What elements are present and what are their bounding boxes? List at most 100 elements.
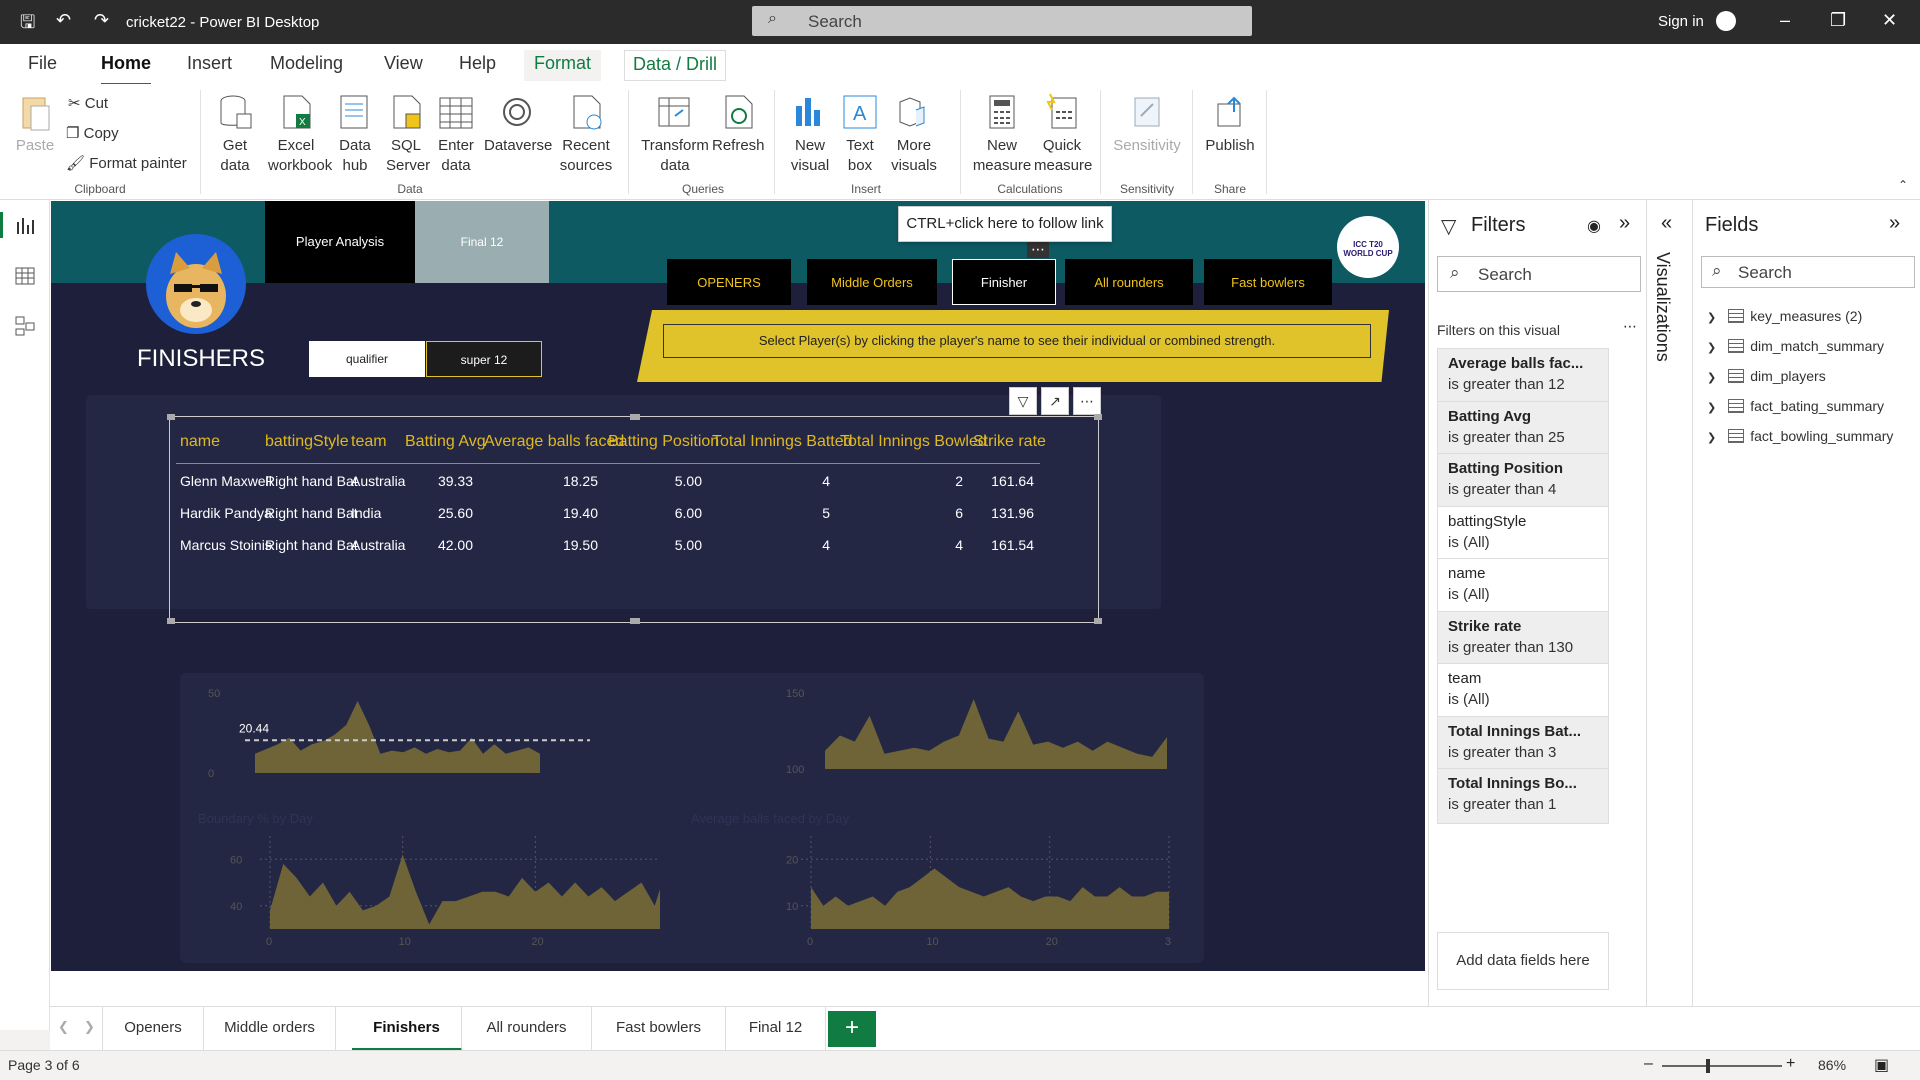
transform-data-button[interactable]: Transform data <box>640 92 710 176</box>
close-icon[interactable]: ✕ <box>1882 10 1897 31</box>
enter-data-button[interactable]: Enter data <box>434 92 478 176</box>
resize-handle[interactable] <box>630 414 640 420</box>
table-cell[interactable]: Glenn Maxwell <box>180 473 272 489</box>
field-table[interactable]: ❯ dim_match_summary <box>1707 338 1884 354</box>
chevron-right-icon[interactable]: ❯ <box>1707 342 1716 354</box>
tab-format[interactable]: Format <box>524 50 602 81</box>
tab-middle-orders[interactable]: Middle orders <box>204 1007 336 1051</box>
tab-help[interactable]: Help <box>459 53 496 74</box>
middle-orders-button[interactable]: Middle Orders <box>807 259 937 305</box>
finisher-button[interactable]: Finisher <box>952 259 1056 305</box>
redo-icon[interactable]: ↷ <box>94 10 109 31</box>
field-table[interactable]: ❯ fact_bowling_summary <box>1707 428 1893 444</box>
tab-view[interactable]: View <box>384 53 423 74</box>
boundary-chart[interactable]: Boundary % by Day60400102030 <box>180 811 660 961</box>
column-header[interactable]: Total Innings Batted <box>712 433 853 451</box>
more-options-icon[interactable]: ⋯ <box>1623 318 1637 335</box>
tab-insert[interactable]: Insert <box>187 53 232 74</box>
filter-card[interactable]: name is (All) <box>1437 558 1609 614</box>
dataverse-button[interactable]: Dataverse <box>484 92 552 156</box>
excel-workbook-button[interactable]: X Excel workbook <box>268 92 332 176</box>
table-cell[interactable]: Marcus Stoinis <box>180 537 272 553</box>
column-header[interactable]: Batting Avg <box>405 433 486 451</box>
resize-handle[interactable] <box>1094 414 1102 420</box>
new-visual-button[interactable]: New visual <box>788 92 832 176</box>
column-header[interactable]: Batting Position <box>608 433 719 451</box>
score-chart[interactable]: 150 100 <box>691 673 1171 823</box>
tab-file[interactable]: File <box>28 53 57 74</box>
cut-button[interactable]: ✂ Cut <box>68 94 108 112</box>
minimize-icon[interactable]: – <box>1780 10 1790 31</box>
tab-final-12[interactable]: Final 12 <box>726 1007 826 1051</box>
column-header[interactable]: battingStyle <box>265 433 349 451</box>
tab-all-rounders[interactable]: All rounders <box>462 1007 592 1051</box>
prev-page-icon[interactable]: ❮ <box>58 1019 69 1035</box>
table-cell[interactable]: Hardik Pandya <box>180 505 272 521</box>
model-view-icon[interactable] <box>13 314 37 338</box>
tab-openers[interactable]: Openers <box>102 1007 204 1051</box>
area-series[interactable] <box>270 854 660 929</box>
filter-card[interactable]: Strike rate is greater than 130 <box>1437 610 1609 667</box>
filter-card[interactable]: Average balls fac... is greater than 12 <box>1437 348 1609 404</box>
final-12-button[interactable]: Final 12 <box>415 201 549 283</box>
filter-card[interactable]: Total Innings Bo... is greater than 1 <box>1437 768 1609 824</box>
balls-faced-chart[interactable]: Average balls faced by Day 20 10 0 10 20 30 <box>691 811 1171 961</box>
resize-handle[interactable] <box>1094 618 1102 624</box>
player-table[interactable]: name battingStyle team Batting Avg Avera… <box>167 414 1102 624</box>
next-page-icon[interactable]: ❯ <box>84 1019 95 1035</box>
column-header[interactable]: team <box>351 433 387 451</box>
copy-button[interactable]: ❐ Copy <box>66 124 119 142</box>
filter-card[interactable]: Batting Avg is greater than 25 <box>1437 400 1609 457</box>
filter-card[interactable]: battingStyle is (All) <box>1437 505 1609 562</box>
filter-card[interactable]: team is (All) <box>1437 663 1609 719</box>
column-header[interactable]: Total Innings Bowled <box>840 433 987 451</box>
sql-server-button[interactable]: SQL Server <box>386 92 430 176</box>
column-header[interactable]: Average balls faced <box>484 433 624 451</box>
resize-handle[interactable] <box>167 618 175 624</box>
expand-icon[interactable]: « <box>1661 212 1672 235</box>
sensitivity-button[interactable]: Sensitivity <box>1110 92 1184 156</box>
refresh-button[interactable]: Refresh <box>712 92 765 156</box>
tab-data-drill[interactable]: Data / Drill <box>624 50 727 81</box>
area-series[interactable] <box>255 701 540 773</box>
filter-card[interactable]: Total Innings Bat... is greater than 3 <box>1437 715 1609 772</box>
area-series[interactable] <box>825 699 1167 769</box>
field-table[interactable]: ❯ dim_players <box>1707 368 1826 384</box>
zoom-out-icon[interactable]: – <box>1644 1055 1653 1073</box>
more-options-icon[interactable]: ⋯ <box>1073 387 1101 415</box>
data-view-icon[interactable] <box>13 264 37 288</box>
zoom-slider-thumb[interactable] <box>1706 1059 1710 1073</box>
sign-in-link[interactable]: Sign in <box>1658 13 1704 30</box>
new-measure-button[interactable]: New measure <box>970 92 1034 176</box>
strike-chart[interactable]: 50 0 20.44 <box>180 673 660 823</box>
resize-handle[interactable] <box>167 414 175 420</box>
more-visuals-button[interactable]: More visuals <box>886 92 942 176</box>
tab-modeling[interactable]: Modeling <box>270 53 343 74</box>
zoom-in-icon[interactable]: + <box>1786 1055 1795 1073</box>
get-data-button[interactable]: Get data <box>210 92 260 176</box>
column-header[interactable]: name <box>180 433 220 451</box>
text-box-button[interactable]: A Text box <box>838 92 882 176</box>
field-table[interactable]: ❯ fact_bating_summary <box>1707 398 1884 414</box>
save-icon[interactable]: 🖫 <box>20 10 35 40</box>
qualifier-button[interactable]: qualifier <box>309 341 425 377</box>
fit-to-page-icon[interactable]: ▣ <box>1874 1055 1889 1075</box>
chevron-right-icon[interactable]: ❯ <box>1707 312 1716 324</box>
player-analysis-button[interactable]: Player Analysis <box>265 201 415 283</box>
add-data-fields-drop[interactable]: Add data fields here <box>1437 932 1609 990</box>
tab-finishers[interactable]: Finishers <box>352 1007 462 1051</box>
zoom-slider[interactable] <box>1662 1065 1782 1067</box>
collapse-icon[interactable]: » <box>1619 212 1630 235</box>
resize-handle[interactable] <box>630 618 640 624</box>
field-table[interactable]: ❯ key_measures (2) <box>1707 308 1862 324</box>
eye-icon[interactable]: ◉ <box>1587 216 1601 236</box>
publish-button[interactable]: Publish <box>1202 92 1258 156</box>
fast-bowlers-button[interactable]: Fast bowlers <box>1204 259 1332 305</box>
more-options-icon[interactable]: ⋯ <box>1027 241 1049 258</box>
recent-sources-button[interactable]: Recent sources <box>558 92 614 176</box>
fields-search-input[interactable]: ⌕ Search <box>1701 256 1915 288</box>
column-header[interactable]: Strike rate <box>973 433 1046 451</box>
chevron-right-icon[interactable]: ❯ <box>1707 372 1716 384</box>
collapse-ribbon-icon[interactable]: ⌃ <box>1898 178 1908 192</box>
quick-measure-button[interactable]: Quick measure <box>1034 92 1092 176</box>
